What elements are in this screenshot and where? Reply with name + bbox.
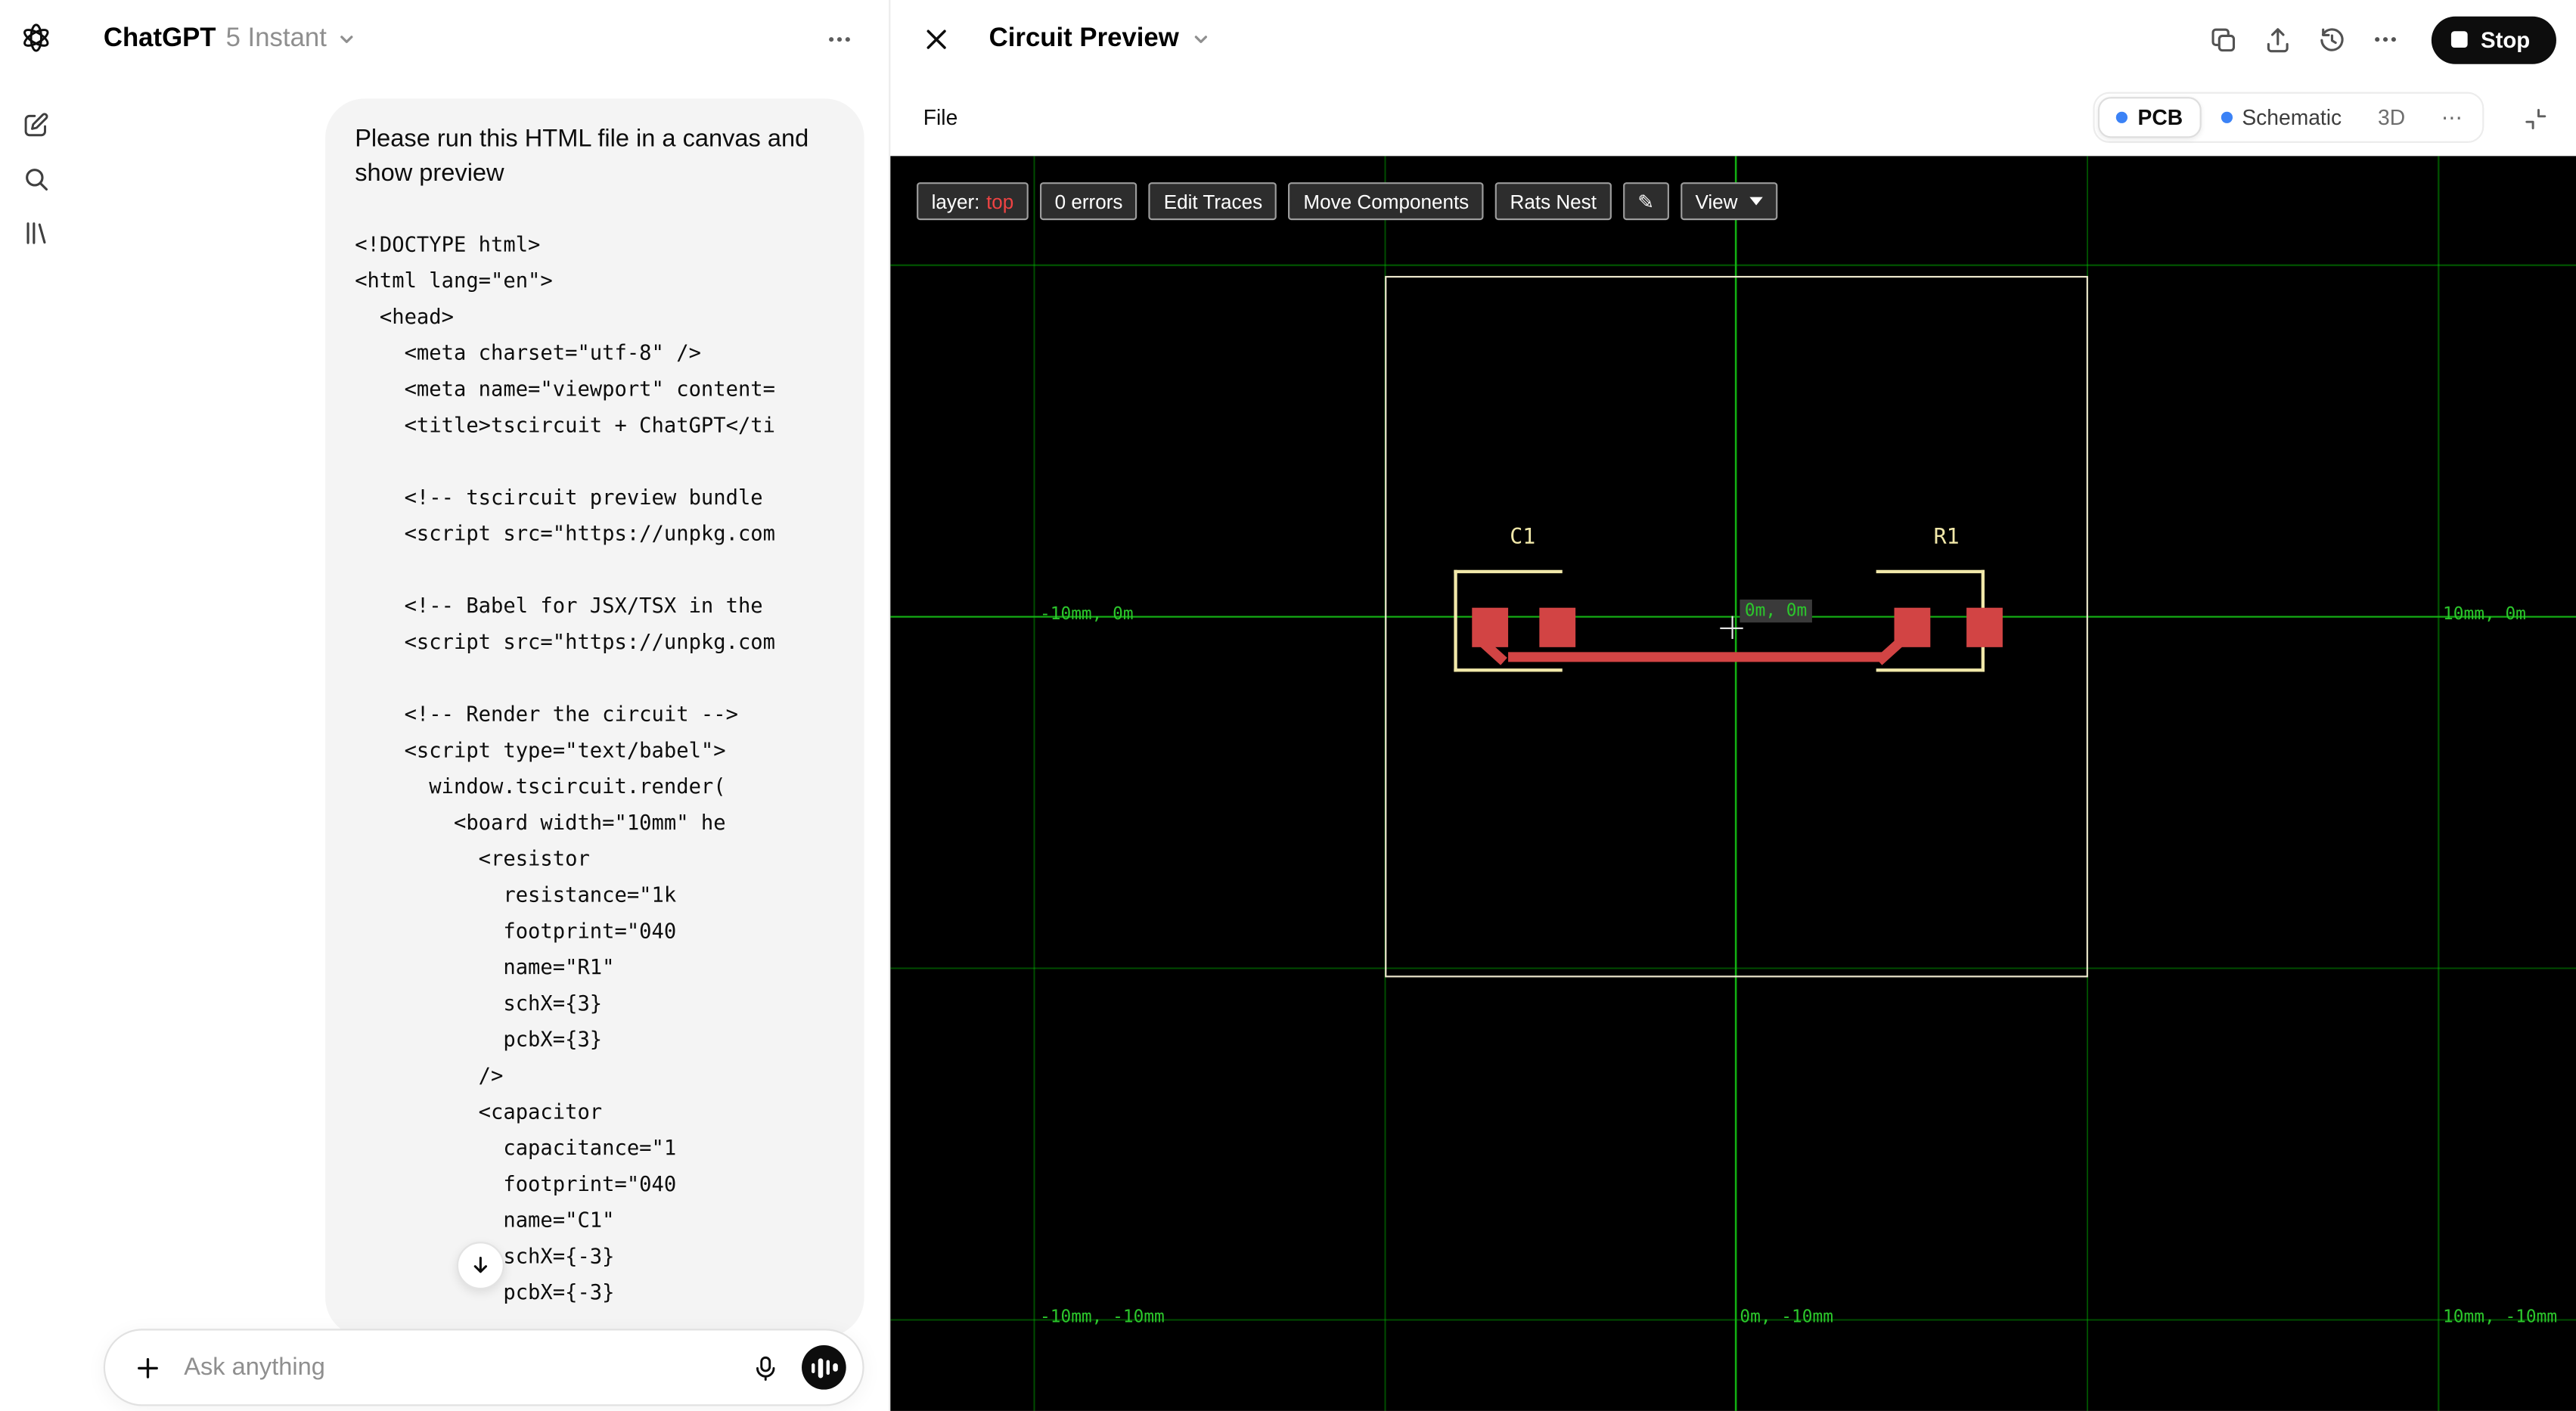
waveform-icon: [818, 1357, 823, 1378]
chat-messages[interactable]: Please run this HTML file in a canvas an…: [70, 79, 889, 1411]
move-components-button[interactable]: Move Components: [1288, 182, 1484, 221]
tab-pcb-label: PCB: [2137, 105, 2183, 130]
app-window: ChatGPT 5 Instant Please run this HTML f…: [0, 0, 2576, 1411]
trace-segment[interactable]: [1508, 652, 1883, 662]
microphone-icon[interactable]: [743, 1344, 789, 1391]
attach-plus-icon[interactable]: [125, 1344, 171, 1391]
pcb-dot-icon: [2116, 111, 2128, 123]
move-components-label: Move Components: [1303, 189, 1470, 213]
layer-button[interactable]: layer: top: [917, 182, 1029, 221]
chat-panel: ChatGPT 5 Instant Please run this HTML f…: [70, 0, 889, 1411]
user-message-text: Please run this HTML file in a canvas an…: [355, 125, 809, 188]
coord-label: 0m, -10mm: [1740, 1307, 1833, 1328]
layer-value: top: [986, 189, 1014, 213]
library-icon[interactable]: [12, 210, 58, 256]
search-icon[interactable]: [12, 156, 58, 202]
app-title: ChatGPT: [103, 24, 216, 53]
canvas-panel: Circuit Preview Stop File PCB Schematic …: [889, 0, 2576, 1411]
tabs-overflow[interactable]: ⋯: [2425, 97, 2479, 138]
sidebar: [0, 0, 71, 1411]
pencil-tool-button[interactable]: ✎: [1622, 182, 1669, 221]
edit-traces-button[interactable]: Edit Traces: [1149, 182, 1277, 221]
tabs-overflow-icon: ⋯: [2441, 104, 2463, 129]
canvas-menubar: File PCB Schematic 3D ⋯: [890, 79, 2576, 156]
pencil-icon: ✎: [1637, 189, 1655, 213]
coord-label-origin: 0m, 0m: [1740, 599, 1812, 623]
view-menu-button[interactable]: View: [1680, 182, 1777, 221]
tab-schematic-label: Schematic: [2242, 105, 2342, 130]
errors-label: 0 errors: [1054, 189, 1123, 213]
coord-label: -10mm, 0m: [1040, 604, 1134, 625]
waveform-icon: [810, 1362, 815, 1372]
canvas-header: Circuit Preview Stop: [890, 0, 2576, 79]
file-menu[interactable]: File: [923, 105, 958, 130]
schematic-dot-icon: [2221, 111, 2233, 123]
tab-pcb[interactable]: PCB: [2098, 97, 2202, 138]
rats-nest-button[interactable]: Rats Nest: [1494, 182, 1612, 221]
coord-label: -10mm, -10mm: [1040, 1307, 1165, 1328]
stop-icon: [2450, 31, 2468, 48]
tab-3d-label: 3D: [2377, 105, 2406, 130]
coord-label: 10mm, -10mm: [2443, 1307, 2558, 1328]
layer-label: layer:: [931, 189, 980, 213]
model-selector[interactable]: ChatGPT 5 Instant: [104, 25, 356, 54]
chat-header: ChatGPT 5 Instant: [70, 0, 889, 79]
errors-button[interactable]: 0 errors: [1040, 182, 1137, 221]
canvas-title[interactable]: Circuit Preview: [989, 25, 1210, 54]
canvas-actions: Stop: [2198, 15, 2556, 64]
component-c1-label: C1: [1510, 526, 1536, 550]
waveform-icon: [833, 1363, 837, 1372]
c1-pad-2[interactable]: [1539, 607, 1576, 647]
component-r1-label: R1: [1933, 526, 1960, 550]
waveform-icon: [825, 1360, 830, 1375]
chevron-down-icon: [1190, 29, 1210, 49]
user-message-code: <!DOCTYPE html> <html lang="en"> <head> …: [355, 231, 776, 1304]
chatgpt-logo-icon[interactable]: [12, 15, 58, 61]
coord-label: 10mm, 0m: [2443, 604, 2526, 625]
history-icon[interactable]: [2307, 15, 2356, 64]
tab-schematic[interactable]: Schematic: [2204, 97, 2358, 138]
voice-mode-button[interactable]: [802, 1345, 846, 1390]
canvas-title-text: Circuit Preview: [989, 24, 1179, 53]
view-tabs: PCB Schematic 3D ⋯: [2093, 91, 2484, 143]
stop-label: Stop: [2481, 26, 2531, 52]
r1-pad-2[interactable]: [1966, 607, 2003, 647]
conversation-menu-icon[interactable]: [817, 17, 863, 63]
view-menu-label: View: [1695, 189, 1738, 213]
more-options-icon[interactable]: [2360, 15, 2410, 64]
fit-view-icon[interactable]: [2517, 101, 2553, 137]
chevron-down-icon: [337, 29, 356, 49]
pcb-viewport[interactable]: layer: top 0 errors Edit Traces Move Com…: [890, 156, 2576, 1411]
pcb-toolbar: layer: top 0 errors Edit Traces Move Com…: [917, 182, 1777, 221]
model-name: 5 Instant: [225, 24, 327, 53]
scroll-to-bottom-button[interactable]: [456, 1242, 504, 1290]
tab-3d[interactable]: 3D: [2361, 97, 2422, 138]
close-icon[interactable]: [914, 17, 960, 63]
message-input[interactable]: [184, 1353, 730, 1382]
share-icon[interactable]: [2252, 15, 2301, 64]
new-chat-icon[interactable]: [12, 102, 58, 148]
copy-icon[interactable]: [2198, 15, 2247, 64]
edit-traces-label: Edit Traces: [1163, 189, 1263, 213]
stop-button[interactable]: Stop: [2431, 15, 2556, 64]
caret-down-icon: [1749, 197, 1763, 206]
user-message-bubble: Please run this HTML file in a canvas an…: [325, 98, 864, 1338]
rats-nest-label: Rats Nest: [1510, 189, 1597, 213]
composer: [103, 1329, 864, 1406]
